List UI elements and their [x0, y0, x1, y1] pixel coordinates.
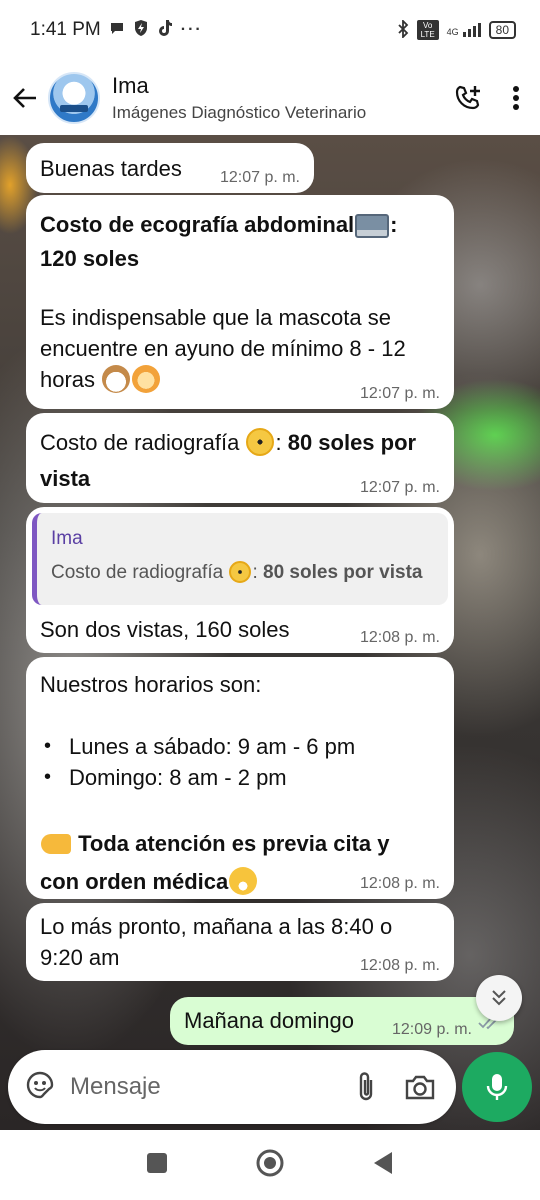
message-bubble[interactable]: Ima Costo de radiografía : 80 soles por … — [26, 507, 454, 653]
message-composer: Mensaje — [8, 1050, 456, 1124]
message-time: 12:09 p. m. — [391, 1021, 472, 1038]
radioactive-emoji-icon — [246, 428, 275, 456]
add-call-button[interactable] — [444, 68, 492, 128]
message-text: Son dos vistas, 160 soles — [40, 617, 290, 642]
home-button[interactable] — [255, 1148, 285, 1183]
message-bubble[interactable]: Costo de ecografía abdominal: 120 soles … — [26, 195, 454, 409]
list-item: Domingo: 8 am - 2 pm — [40, 762, 440, 793]
more-dots-icon: ··· — [180, 21, 203, 38]
laptop-emoji-icon — [355, 214, 390, 238]
network-type: 4G — [446, 27, 459, 37]
contact-info[interactable]: Ima Imágenes Diagnóstico Veterinario — [112, 73, 444, 123]
quoted-message[interactable]: Ima Costo de radiografía : 80 soles por … — [32, 513, 448, 605]
status-time: 1:41 PM — [30, 19, 101, 40]
microphone-icon — [486, 1074, 508, 1100]
avatar[interactable] — [48, 71, 100, 124]
voice-message-button[interactable] — [462, 1052, 532, 1122]
contact-subtitle: Imágenes Diagnóstico Veterinario — [112, 102, 367, 122]
paperclip-icon — [359, 1072, 373, 1101]
cat-emoji-icon — [132, 365, 161, 393]
message-time: 12:08 p. m. — [359, 875, 440, 892]
list-item: Lunes a sábado: 9 am - 6 pm — [40, 731, 440, 762]
battery-indicator: 80 — [488, 21, 516, 39]
message-text: 120 soles — [40, 246, 140, 271]
chat-header: Ima Imágenes Diagnóstico Veterinario — [0, 60, 540, 135]
message-bubble[interactable]: Lo más pronto, mañana a las 8:40 o 9:20 … — [26, 903, 454, 981]
pointing-hand-emoji-icon — [41, 834, 71, 854]
shield-bolt-icon — [133, 19, 149, 42]
message-time: 12:07 p. m. — [359, 479, 440, 496]
menu-button[interactable] — [492, 68, 540, 128]
grinning-emoji-icon — [229, 867, 258, 895]
quote-text: Costo de radiografía : 80 soles por vist… — [51, 561, 423, 583]
phone-plus-icon — [455, 85, 480, 109]
triangle-back-icon — [374, 1151, 392, 1174]
message-bubble[interactable]: Buenas tardes 12:07 p. m. — [26, 143, 314, 193]
camera-icon — [405, 1075, 435, 1100]
message-input[interactable]: Mensaje — [70, 1073, 334, 1101]
dog-emoji-icon — [102, 365, 131, 393]
sticker-icon[interactable] — [24, 1069, 56, 1106]
attach-button[interactable] — [344, 1065, 388, 1109]
message-text: Costo de ecografía abdominal: — [40, 212, 398, 238]
double-chevron-down-icon — [492, 990, 506, 1006]
status-bar: 1:41 PM ··· Vo LTE 4G 80 — [0, 0, 540, 60]
message-bubble-outgoing[interactable]: Mañana domingo 12:09 p. m. — [170, 997, 514, 1045]
4g-signal-icon: 4G — [447, 23, 481, 37]
arrow-left-icon — [13, 87, 36, 108]
chat-bubble-icon — [109, 20, 125, 41]
message-bubble[interactable]: Nuestros horarios son: Lunes a sábado: 9… — [26, 657, 454, 899]
message-time: 12:08 p. m. — [359, 629, 440, 646]
scroll-to-bottom-button[interactable] — [476, 975, 522, 1021]
back-nav-button[interactable] — [371, 1150, 395, 1181]
camera-button[interactable] — [398, 1065, 442, 1109]
radioactive-emoji-icon — [229, 561, 252, 583]
recents-button[interactable] — [145, 1151, 169, 1180]
volte-icon: Vo LTE — [416, 20, 439, 40]
quote-author: Ima — [51, 528, 83, 549]
bluetooth-icon — [397, 18, 409, 41]
message-text: Nuestros horarios son: — [40, 672, 262, 697]
message-time: 12:07 p. m. — [219, 169, 300, 186]
message-text: Es indispensable que la mascota se encue… — [40, 305, 406, 393]
message-time: 12:07 p. m. — [359, 385, 440, 402]
system-nav-bar — [0, 1130, 540, 1200]
square-icon — [147, 1152, 167, 1173]
message-time: 12:08 p. m. — [359, 957, 440, 974]
schedule-list: Lunes a sábado: 9 am - 6 pm Domingo: 8 a… — [40, 731, 440, 793]
chat-area[interactable]: Buenas tardes 12:07 p. m. Costo de ecogr… — [0, 135, 540, 1137]
back-button[interactable] — [2, 68, 48, 128]
more-vert-icon — [513, 85, 519, 110]
circle-home-icon — [256, 1149, 284, 1176]
contact-name: Ima — [112, 72, 149, 98]
message-bubble[interactable]: Costo de radiografía : 80 soles por vist… — [26, 413, 454, 503]
message-text: Toda atención es previa cita y — [40, 826, 440, 862]
tiktok-icon — [157, 19, 173, 42]
